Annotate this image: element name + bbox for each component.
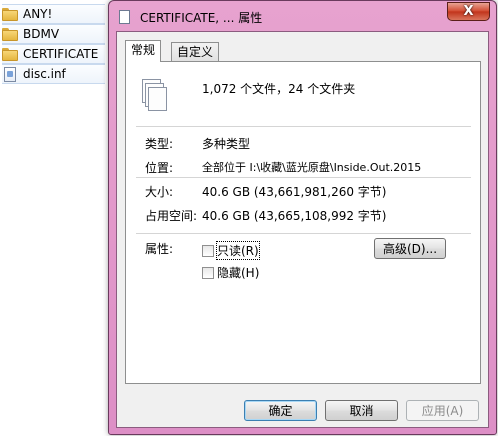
- separator: [136, 126, 471, 127]
- folder-icon: [2, 27, 18, 41]
- title-bar[interactable]: CERTIFICATE, ... 属性 X: [109, 1, 496, 31]
- location-label: 位置:: [145, 161, 174, 175]
- size-value: 40.6 GB (43,661,981,260 字节): [202, 185, 387, 199]
- tab-label: 自定义: [177, 45, 214, 59]
- dialog-client-area: 常规 自定义 1,072 个文件，24 个文件夹 类型: 多种类型 位置: 全部…: [116, 31, 489, 428]
- folder-icon: [2, 47, 18, 61]
- file-list-item[interactable]: disc.inf: [2, 64, 105, 84]
- apply-button[interactable]: 应用(A): [406, 400, 479, 421]
- size-on-disk-value: 40.6 GB (43,665,108,992 字节): [202, 209, 387, 223]
- readonly-checkbox-label: 只读(R): [216, 241, 260, 260]
- ok-button-label: 确定: [268, 404, 293, 418]
- contents-summary: 1,072 个文件，24 个文件夹: [202, 82, 356, 96]
- advanced-button-label: 高级(D)...: [382, 242, 438, 256]
- hidden-checkbox[interactable]: [202, 266, 214, 279]
- close-icon: X: [463, 4, 474, 19]
- type-value: 多种类型: [202, 137, 251, 151]
- properties-dialog: CERTIFICATE, ... 属性 X 常规 自定义 1,072 个文件，2…: [108, 0, 497, 435]
- apply-button-label: 应用(A): [421, 404, 464, 418]
- file-name: BDMV: [23, 27, 60, 41]
- readonly-checkbox[interactable]: [202, 244, 214, 257]
- hidden-checkbox-row[interactable]: 隐藏(H): [202, 264, 259, 281]
- tab-general[interactable]: 常规: [125, 40, 162, 62]
- tab-label: 常规: [131, 43, 156, 57]
- window-title: CERTIFICATE, ... 属性: [140, 11, 263, 25]
- close-button[interactable]: X: [447, 2, 490, 21]
- file-name: ANY!: [23, 7, 53, 21]
- size-label: 大小:: [145, 185, 174, 199]
- hidden-checkbox-label: 隐藏(H): [217, 266, 260, 280]
- size-on-disk-label: 占用空间:: [145, 209, 198, 223]
- file-list-item[interactable]: ANY!: [2, 4, 105, 24]
- ok-button[interactable]: 确定: [244, 400, 317, 421]
- type-label: 类型:: [145, 137, 174, 151]
- file-list-item[interactable]: CERTIFICATE: [2, 44, 105, 64]
- file-list-item[interactable]: BDMV: [2, 24, 105, 44]
- location-value: 全部位于 I:\收藏\蓝光原盘\Inside.Out.2015: [202, 161, 422, 174]
- tab-strip: 常规 自定义: [125, 40, 485, 62]
- folder-icon: [2, 7, 18, 21]
- advanced-button[interactable]: 高级(D)...: [374, 238, 446, 259]
- cancel-button[interactable]: 取消: [325, 400, 398, 421]
- general-tab-panel: 1,072 个文件，24 个文件夹 类型: 多种类型 位置: 全部位于 I:\收…: [125, 61, 481, 384]
- file-name: disc.inf: [23, 67, 66, 81]
- attributes-label: 属性:: [145, 242, 174, 256]
- readonly-checkbox-row[interactable]: 只读(R): [202, 241, 260, 260]
- multiple-files-icon: [142, 79, 168, 113]
- separator: [136, 177, 471, 178]
- document-icon: [119, 10, 130, 24]
- file-name: CERTIFICATE: [23, 47, 99, 61]
- cancel-button-label: 取消: [349, 404, 374, 418]
- separator: [136, 233, 471, 234]
- tab-customize[interactable]: 自定义: [171, 42, 220, 61]
- document-icon: [4, 66, 16, 82]
